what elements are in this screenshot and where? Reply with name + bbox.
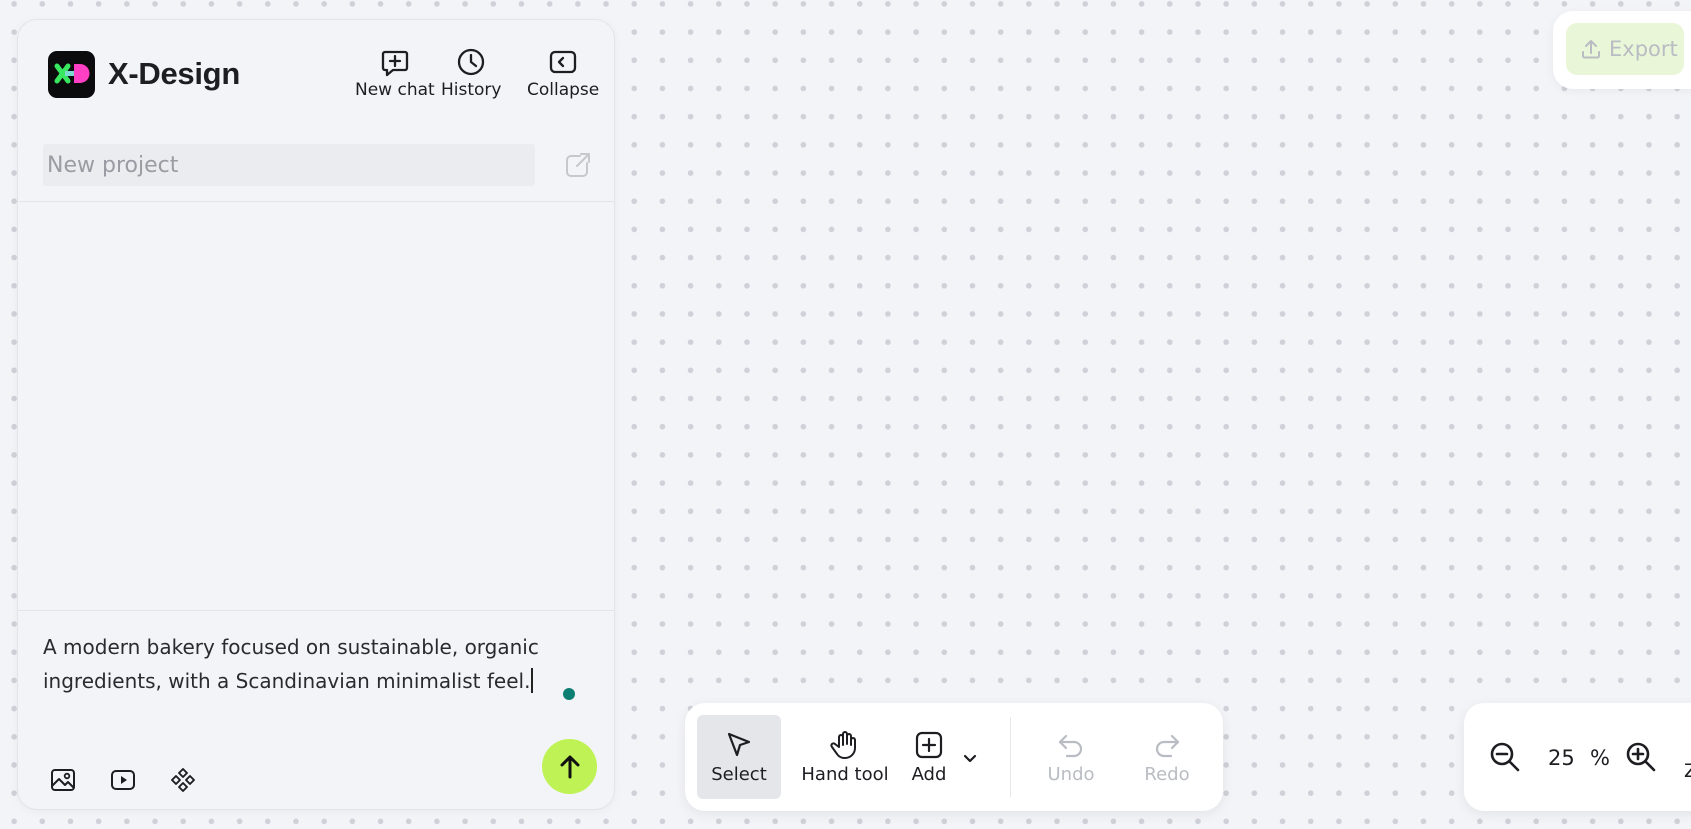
history-button[interactable]: History: [441, 47, 501, 100]
components-icon[interactable]: [169, 766, 197, 794]
toolbar-separator: [1010, 717, 1011, 797]
arrow-up-icon: [560, 755, 579, 778]
chat-panel: X-Design New chat History Collapse A mod…: [17, 19, 615, 810]
new-chat-label: New chat: [355, 80, 435, 100]
select-tool-label: Select: [711, 764, 767, 785]
prompt-input[interactable]: A modern bakery focused on sustainable, …: [43, 630, 573, 698]
redo-icon: [1155, 734, 1180, 758]
app-logo: [48, 51, 95, 98]
zoom-level-value[interactable]: 25: [1548, 746, 1575, 770]
open-external-icon[interactable]: [563, 150, 593, 180]
redo-button[interactable]: Redo: [1129, 715, 1205, 799]
header-divider: [18, 201, 614, 202]
canvas-toolbar: Select Hand tool Add Undo Redo: [685, 703, 1223, 811]
collapse-button[interactable]: Collapse: [527, 47, 599, 100]
redo-label: Redo: [1144, 764, 1190, 785]
zoom-truncated-label: Z: [1684, 760, 1691, 782]
upload-icon: [1582, 40, 1600, 59]
export-label: Export: [1609, 37, 1678, 61]
send-button[interactable]: [542, 739, 597, 794]
zoom-out-icon[interactable]: [1488, 740, 1522, 774]
zoom-in-icon[interactable]: [1624, 740, 1658, 774]
zoom-percent-sign: %: [1590, 746, 1610, 770]
status-indicator-dot: [563, 688, 575, 700]
chevron-down-icon[interactable]: [959, 747, 981, 769]
image-icon[interactable]: [49, 766, 77, 794]
hand-tool-label: Hand tool: [801, 764, 889, 785]
add-square-icon: [915, 731, 943, 759]
select-tool-button[interactable]: Select: [697, 715, 781, 799]
undo-label: Undo: [1047, 764, 1095, 785]
add-button[interactable]: Add: [899, 715, 959, 799]
collapse-label: Collapse: [527, 80, 600, 100]
export-button[interactable]: Export: [1566, 23, 1684, 75]
add-label: Add: [911, 764, 947, 785]
composer-divider: [18, 610, 614, 611]
hand-icon: [830, 731, 856, 759]
cursor-arrow-icon: [727, 732, 751, 757]
video-icon[interactable]: [109, 766, 137, 794]
history-label: History: [441, 80, 502, 100]
app-brand: X-Design: [108, 56, 240, 91]
history-clock-icon: [458, 48, 485, 76]
new-chat-icon: [381, 50, 408, 77]
undo-button[interactable]: Undo: [1033, 715, 1109, 799]
collapse-panel-icon: [549, 50, 577, 74]
hand-tool-button[interactable]: Hand tool: [797, 715, 893, 799]
undo-icon: [1058, 734, 1083, 758]
text-caret: [531, 668, 533, 693]
new-chat-button[interactable]: New chat: [355, 47, 435, 100]
prompt-text: A modern bakery focused on sustainable, …: [43, 635, 539, 693]
project-name-input[interactable]: [43, 144, 535, 186]
